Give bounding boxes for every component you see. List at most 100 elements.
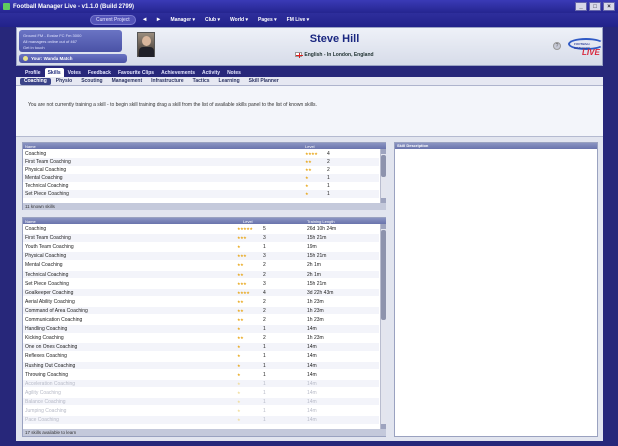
maximize-button[interactable]: □ — [589, 2, 601, 11]
skill-stars-icon: ★ — [237, 371, 241, 377]
known-skills-scrollbar[interactable] — [380, 149, 386, 203]
tab-achievements[interactable]: Achievements — [158, 68, 198, 77]
column-header-name[interactable]: Name — [25, 219, 36, 224]
scroll-thumb[interactable] — [381, 155, 386, 177]
training-status-message: You are not currently training a skill -… — [16, 86, 603, 137]
skill-name: Command of Area Coaching — [25, 307, 88, 314]
available-skills-footer: 17 skills available to learn — [23, 429, 386, 436]
skill-stars-icon: ★★ — [305, 159, 312, 164]
next-match-line: Get in touch — [23, 45, 45, 50]
subtab-coaching[interactable]: Coaching — [20, 77, 51, 85]
known-skill-row[interactable]: Technical Coaching ★ 1 — [23, 182, 379, 190]
next-match-panel[interactable]: Ground FM - Ecstar FC Fm 3000 All manage… — [19, 30, 122, 52]
subtab-learning[interactable]: Learning — [215, 78, 244, 85]
subtab-infrastructure[interactable]: Infrastructure — [147, 78, 188, 85]
tab-votes[interactable]: Votes — [65, 68, 84, 77]
available-skill-row[interactable]: Set Piece Coaching ★★★ 3 15h 21m — [23, 280, 379, 288]
subtab-skill-planner[interactable]: Skill Planner — [245, 78, 283, 85]
subtab-physio[interactable]: Physio — [52, 78, 76, 85]
subtab-tactics[interactable]: Tactics — [189, 78, 214, 85]
available-skill-row[interactable]: Technical Coaching ★★ 2 2h 1m — [23, 270, 379, 278]
logo-bottom-text: LIVE — [582, 48, 600, 57]
skill-level: 3 — [263, 280, 266, 287]
skill-level: 2 — [263, 317, 266, 323]
tab-feedback[interactable]: Feedback — [85, 68, 114, 77]
available-skill-row[interactable]: Aerial Ability Coaching ★★ 2 1h 23m — [23, 298, 379, 306]
available-skill-row[interactable]: Goalkeeper Coaching ★★★★ 4 3d 22h 43m — [23, 288, 379, 297]
available-skill-row[interactable]: Jumping Coaching ★ 1 14m — [23, 407, 379, 415]
minimize-button[interactable]: _ — [575, 2, 587, 11]
available-skill-row[interactable]: Mental Coaching ★★ 2 2h 1m — [23, 261, 379, 269]
tab-activity[interactable]: Activity — [199, 68, 223, 77]
skill-stars-icon: ★★★★ — [305, 151, 318, 156]
column-header-level[interactable]: Level — [243, 219, 253, 224]
known-skill-row[interactable]: First Team Coaching ★★ 2 — [23, 158, 379, 166]
skill-name: Set Piece Coaching — [25, 191, 69, 197]
known-skill-row[interactable]: Coaching ★★★★ 4 — [23, 150, 379, 158]
skill-stars-icon: ★ — [305, 175, 309, 180]
skill-level: 3 — [263, 235, 266, 242]
menu-manager[interactable]: Manager ▾ — [168, 17, 198, 23]
current-project-button[interactable]: Current Project — [90, 15, 136, 25]
tab-notes[interactable]: Notes — [224, 68, 244, 77]
skill-level: 2 — [327, 167, 330, 173]
skill-stars-icon: ★ — [305, 183, 309, 188]
subtab-scouting[interactable]: Scouting — [77, 78, 106, 85]
skill-stars-icon: ★★★★ — [237, 289, 250, 295]
known-skill-row[interactable]: Mental Coaching ★ 1 — [23, 174, 379, 182]
skill-training-length: 26d 10h 24m — [307, 226, 337, 232]
menu-fm-live[interactable]: FM Live ▾ — [284, 17, 313, 23]
your-fixtures-button[interactable]: Your: Wanda Match — [19, 54, 127, 63]
skill-training-length: 1h 23m — [307, 335, 324, 342]
skill-name: Acceleration Coaching — [25, 380, 76, 387]
help-icon[interactable]: ? — [553, 42, 561, 50]
scroll-thumb[interactable] — [381, 230, 386, 320]
app-icon — [3, 3, 10, 10]
available-skill-row[interactable]: Physical Coaching ★★★ 3 15h 21m — [23, 252, 379, 260]
available-skill-row[interactable]: Pace Coaching ★ 1 14m — [23, 416, 379, 424]
known-skill-row[interactable]: Physical Coaching ★★ 2 — [23, 166, 379, 174]
available-skill-row[interactable]: One on Ones Coaching ★ 1 14m — [23, 343, 379, 351]
skill-stars-icon: ★★★ — [237, 280, 247, 286]
tab-profile[interactable]: Profile — [22, 68, 44, 77]
skill-stars-icon: ★★ — [237, 271, 244, 277]
available-skill-row[interactable]: Handling Coaching ★ 1 14m — [23, 325, 379, 333]
menu-world[interactable]: World ▾ — [227, 17, 251, 23]
available-skill-row[interactable]: Acceleration Coaching ★ 1 14m — [23, 379, 379, 388]
available-skill-row[interactable]: Agility Coaching ★ 1 14m — [23, 389, 379, 397]
window-controls: _ □ × — [575, 2, 615, 11]
skill-level: 2 — [263, 262, 266, 269]
available-skill-row[interactable]: Communication Coaching ★★ 2 1h 23m — [23, 316, 379, 324]
scroll-up-arrow[interactable] — [381, 149, 386, 154]
skill-level: 1 — [263, 344, 266, 351]
profile-tab-bar: Profile Skills Votes Feedback Favourite Clip… — [16, 68, 603, 77]
available-skill-row[interactable]: Throwing Coaching ★ 1 14m — [23, 371, 379, 379]
back-button[interactable]: ◄ — [140, 17, 150, 23]
available-skill-row[interactable]: Kicking Coaching ★★ 2 1h 23m — [23, 334, 379, 342]
available-skill-row[interactable]: Coaching ★★★★★ 5 26d 10h 24m — [23, 225, 379, 233]
known-skill-row[interactable]: Set Piece Coaching ★ 1 — [23, 190, 379, 198]
column-header-training-length[interactable]: Training Length — [307, 219, 335, 224]
menu-pages[interactable]: Pages ▾ — [255, 17, 280, 23]
manager-header: Ground FM - Ecstar FC Fm 3000 All manage… — [16, 27, 604, 66]
skill-stars-icon: ★ — [237, 344, 241, 350]
available-skill-row[interactable]: Command of Area Coaching ★★ 2 1h 23m — [23, 306, 379, 315]
column-header-level[interactable]: Level — [305, 144, 315, 149]
column-header-name[interactable]: Name — [25, 144, 36, 149]
available-skill-row[interactable]: Reflexes Coaching ★ 1 14m — [23, 352, 379, 360]
skill-training-length: 1h 23m — [307, 307, 324, 314]
tab-favourite-clips[interactable]: Favourite Clips — [115, 68, 157, 77]
tab-skills[interactable]: Skills — [44, 68, 64, 77]
available-skill-row[interactable]: Balance Coaching ★ 1 14m — [23, 397, 379, 406]
available-skill-row[interactable]: Rushing Out Coaching ★ 1 14m — [23, 361, 379, 369]
available-skill-row[interactable]: First Team Coaching ★★★ 3 15h 21m — [23, 234, 379, 242]
scroll-up-arrow[interactable] — [381, 224, 386, 229]
skill-training-length: 14m — [307, 371, 317, 378]
available-skills-scrollbar[interactable] — [380, 224, 386, 429]
skill-training-length: 14m — [307, 353, 317, 360]
available-skill-row[interactable]: Youth Team Coaching ★ 1 19m — [23, 243, 379, 251]
subtab-management[interactable]: Management — [108, 78, 147, 85]
menu-club[interactable]: Club ▾ — [202, 17, 223, 23]
forward-button[interactable]: ► — [154, 17, 164, 23]
close-button[interactable]: × — [603, 2, 615, 11]
